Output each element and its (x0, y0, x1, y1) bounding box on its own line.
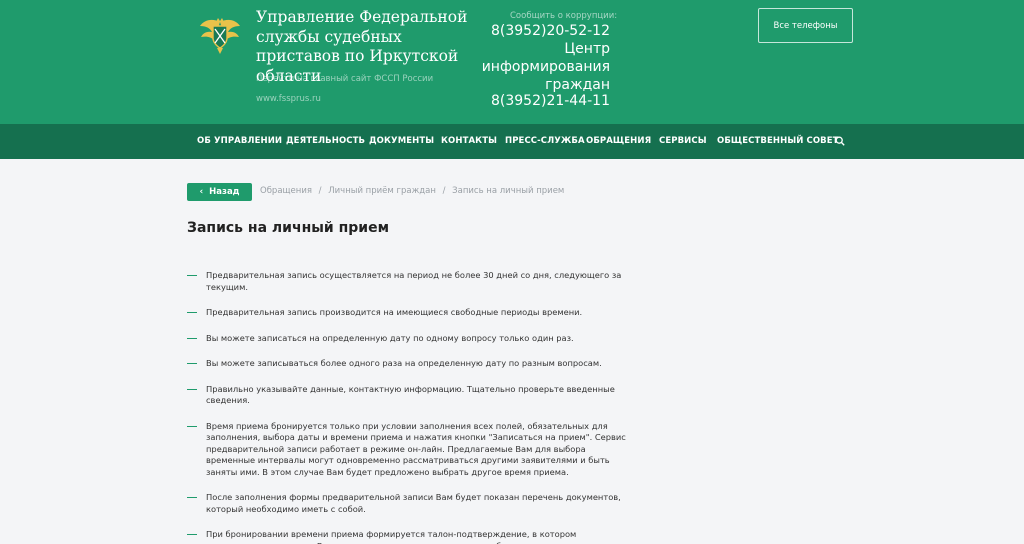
info-center-label-line3: граждан (545, 77, 610, 93)
dash-bullet-icon (187, 363, 197, 364)
rule-text: После заполнения формы предварительной з… (206, 492, 621, 514)
rule-text: Время приема бронируется только при усло… (206, 420, 626, 477)
corruption-phone[interactable]: 8(3952)20-52-12 (491, 23, 610, 40)
fssp-emblem-icon[interactable] (198, 12, 242, 56)
nav-item-activity[interactable]: ДЕЯТЕЛЬНОСТЬ (286, 124, 365, 159)
list-item: Вы можете записаться на определенную дат… (187, 333, 627, 345)
list-item: Предварительная запись производится на и… (187, 307, 627, 319)
all-phones-button[interactable]: Все телефоны (758, 8, 853, 43)
back-button[interactable]: ‹ Назад (187, 183, 252, 201)
nav-item-appeals[interactable]: ОБРАЩЕНИЯ (586, 124, 651, 159)
breadcrumb-separator: / (318, 186, 322, 196)
breadcrumb-item[interactable]: Личный приём граждан (328, 186, 436, 196)
list-item: После заполнения формы предварительной з… (187, 492, 627, 515)
info-center-phone[interactable]: 8(3952)21-44-11 (491, 93, 610, 110)
breadcrumb: Обращения / Личный приём граждан / Запис… (260, 186, 564, 196)
dash-bullet-icon (187, 388, 197, 390)
rule-text: Предварительная запись осуществляется на… (206, 270, 622, 292)
nav-item-about[interactable]: ОБ УПРАВЛЕНИИ (197, 124, 282, 159)
list-item: Предварительная запись осуществляется на… (187, 270, 627, 293)
main-site-link[interactable]: Перейти на главный сайт ФССП России (256, 74, 433, 84)
breadcrumb-item[interactable]: Обращения (260, 186, 312, 196)
dash-bullet-icon (187, 497, 197, 498)
page-title: Запись на личный прием (187, 220, 390, 236)
appointment-rules-list: Предварительная запись осуществляется на… (187, 270, 627, 544)
list-item: Вы можете записываться более одного раза… (187, 358, 627, 370)
info-center-label-line1: Центр (564, 41, 610, 57)
list-item: При бронировании времени приема формируе… (187, 529, 627, 544)
rule-text: Вы можете записаться на определенную дат… (206, 332, 574, 343)
list-item: Правильно указывайте данные, контактную … (187, 384, 627, 407)
rule-text: При бронировании времени приема формируе… (206, 529, 577, 544)
corruption-report-label: Сообщить о коррупции: (510, 11, 618, 21)
breadcrumb-separator: / (442, 186, 446, 196)
breadcrumb-current: Запись на личный прием (452, 186, 565, 196)
info-center-label-line2: информирования (481, 59, 610, 75)
rule-text: Предварительная запись производится на и… (206, 307, 583, 317)
dash-bullet-icon (187, 425, 197, 427)
search-icon[interactable] (835, 136, 845, 146)
site-header: Управление Федеральной службы судебных п… (0, 0, 1024, 124)
nav-item-services[interactable]: СЕРВИСЫ (659, 124, 707, 159)
nav-item-public-council[interactable]: ОБЩЕСТВЕННЫЙ СОВЕТ (717, 124, 839, 159)
nav-item-press[interactable]: ПРЕСС-СЛУЖБА (505, 124, 585, 159)
main-nav: ОБ УПРАВЛЕНИИ ДЕЯТЕЛЬНОСТЬ ДОКУМЕНТЫ КОН… (0, 124, 1024, 159)
nav-item-documents[interactable]: ДОКУМЕНТЫ (369, 124, 434, 159)
rule-text: Правильно указывайте данные, контактную … (206, 383, 615, 406)
nav-item-contacts[interactable]: КОНТАКТЫ (441, 124, 497, 159)
chevron-left-icon: ‹ (199, 187, 204, 197)
dash-bullet-icon (187, 534, 197, 535)
list-item: Время приема бронируется только при усло… (187, 421, 627, 479)
rule-text: Вы можете записываться более одного раза… (206, 358, 602, 368)
back-button-label: Назад (209, 187, 240, 197)
site-url-link[interactable]: www.fssprus.ru (256, 94, 321, 104)
dash-bullet-icon (187, 312, 197, 313)
dash-bullet-icon (187, 275, 197, 276)
dash-bullet-icon (187, 337, 197, 339)
